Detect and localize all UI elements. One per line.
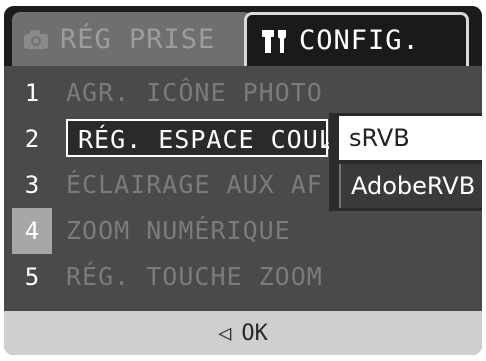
row-label: AGR. ICÔNE PHOTO <box>66 78 323 107</box>
menu-row-5[interactable]: 5 RÉG. TOUCHE ZOOM <box>4 254 482 300</box>
tab-bar: RÉG PRISE CONFIG. <box>4 6 482 66</box>
row-label: RÉG. ESPACE COUL <box>78 125 335 154</box>
tab-reg-prise-label: RÉG PRISE <box>60 23 216 55</box>
ok-label: OK <box>241 320 268 346</box>
menu-row-1[interactable]: 1 AGR. ICÔNE PHOTO <box>4 70 482 116</box>
camera-screen: RÉG PRISE CONFIG. 1 AGR. ICÔNE PHOTO 2 R… <box>4 6 482 355</box>
option-srvb[interactable]: sRVB <box>339 116 482 160</box>
row-label: ÉCLAIRAGE AUX AF <box>66 170 323 199</box>
left-arrow-icon: ◁ <box>218 320 232 346</box>
tab-config-label: CONFIG. <box>299 25 420 56</box>
footer-bar: ◁ OK <box>4 311 482 355</box>
option-adobervb[interactable]: AdobeRVB <box>339 164 482 208</box>
row-number: 3 <box>24 171 40 199</box>
tab-config[interactable]: CONFIG. <box>244 12 469 66</box>
row-label: RÉG. TOUCHE ZOOM <box>66 262 323 291</box>
selected-row-highlight[interactable]: RÉG. ESPACE COUL <box>66 119 334 157</box>
camera-icon <box>22 25 50 53</box>
row-number: 4 <box>12 208 52 254</box>
settings-tools-icon <box>261 27 289 55</box>
color-space-submenu: sRVB AdobeRVB <box>329 113 482 211</box>
row-number: 2 <box>24 125 40 153</box>
row-number: 1 <box>24 79 40 107</box>
row-number: 5 <box>24 263 40 291</box>
tab-reg-prise[interactable]: RÉG PRISE <box>12 12 252 66</box>
row-label: ZOOM NUMÉRIQUE <box>66 216 291 245</box>
menu-row-4[interactable]: 4 ZOOM NUMÉRIQUE <box>4 208 482 254</box>
